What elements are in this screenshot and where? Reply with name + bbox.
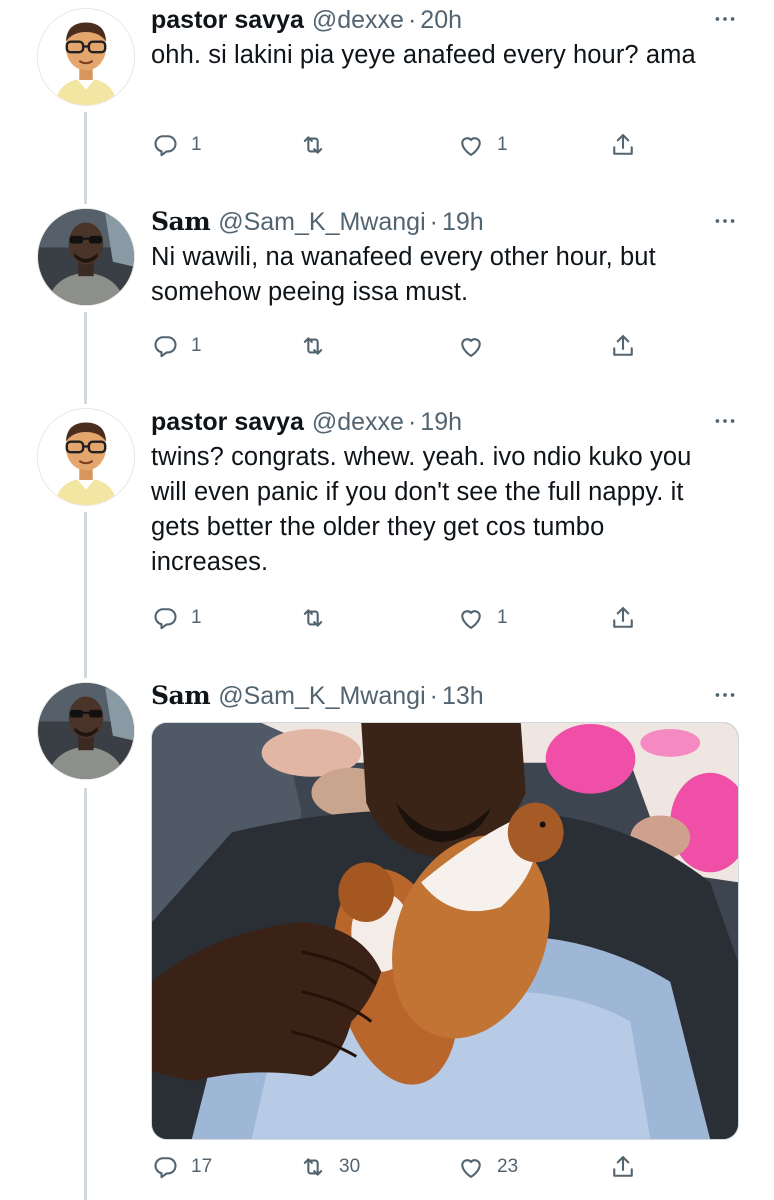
share-icon [613, 1156, 633, 1177]
retweet-button[interactable] [299, 332, 339, 360]
share-button[interactable] [609, 332, 637, 360]
share-icon [613, 335, 633, 356]
like-button[interactable]: 1 [457, 131, 508, 159]
avatar[interactable] [37, 682, 135, 780]
tweet-text: ohh. si lakini pia yeye anafeed every ho… [151, 41, 696, 69]
tweet-text: twins? congrats. whew. yeah. ivo ndio ku… [151, 443, 692, 576]
retweet-button[interactable] [299, 131, 339, 159]
timestamp[interactable]: 20h [420, 4, 462, 36]
retweet-count: 30 [339, 1156, 361, 1177]
tweet-text: Ni wawili, na wanafeed every other hour,… [151, 243, 656, 306]
like-count: 1 [497, 134, 508, 155]
like-icon [461, 610, 481, 629]
retweet-icon [303, 337, 323, 355]
thread-line [84, 312, 87, 404]
timestamp[interactable]: 19h [420, 406, 462, 438]
tweet-actions: 1 1 [151, 604, 641, 638]
author-name[interactable]: pastor savya [151, 4, 304, 36]
reply-icon [154, 135, 177, 157]
share-button[interactable] [609, 1153, 637, 1181]
reply-icon [154, 336, 177, 358]
like-icon [461, 338, 481, 357]
timestamp[interactable]: 19h [442, 206, 484, 238]
reply-button[interactable]: 1 [151, 131, 202, 159]
like-icon [461, 137, 481, 156]
tweet-actions: 1 1 [151, 131, 641, 165]
like-icon [461, 1159, 481, 1178]
thread-line [84, 512, 87, 678]
tweet-actions: 1 [151, 332, 641, 366]
retweet-icon [303, 136, 323, 154]
author-name[interactable]: Sam [151, 206, 211, 238]
separator-dot: · [407, 408, 417, 436]
author-name[interactable]: Sam [151, 680, 211, 712]
reply-button[interactable]: 1 [151, 604, 202, 632]
retweet-icon [303, 609, 323, 627]
more-icon[interactable] [710, 4, 740, 34]
timestamp[interactable]: 13h [442, 680, 484, 712]
retweet-icon [303, 1158, 323, 1176]
retweet-button[interactable]: 30 [299, 1153, 360, 1181]
tweet-photo[interactable] [151, 722, 739, 1140]
more-icon[interactable] [710, 406, 740, 436]
more-icon[interactable] [710, 680, 740, 710]
like-button[interactable]: 1 [457, 604, 508, 632]
tweet-header: Sam @Sam_K_Mwangi · 13h [151, 680, 740, 712]
more-icon[interactable] [710, 206, 740, 236]
separator-dot: · [429, 682, 438, 710]
like-button[interactable] [457, 332, 497, 360]
separator-dot: · [429, 208, 438, 236]
reply-icon [154, 1157, 177, 1179]
tweet-actions: 17 30 23 [151, 1153, 641, 1187]
reply-count: 1 [191, 134, 202, 155]
share-icon [613, 134, 633, 155]
like-count: 1 [497, 607, 508, 628]
share-button[interactable] [609, 604, 637, 632]
author-handle[interactable]: @dexxe [312, 406, 404, 438]
author-handle[interactable]: @Sam_K_Mwangi [218, 680, 425, 712]
share-button[interactable] [609, 131, 637, 159]
avatar[interactable] [37, 8, 135, 106]
avatar[interactable] [37, 408, 135, 506]
author-handle[interactable]: @Sam_K_Mwangi [218, 206, 425, 238]
tweet-header: Sam @Sam_K_Mwangi · 19h [151, 206, 740, 238]
separator-dot: · [407, 6, 417, 34]
retweet-button[interactable] [299, 604, 339, 632]
reply-button[interactable]: 1 [151, 332, 202, 360]
like-count: 23 [497, 1156, 519, 1177]
reply-count: 1 [191, 607, 202, 628]
tweet-header: pastor savya @dexxe · 19h [151, 406, 740, 438]
reply-button[interactable]: 17 [151, 1153, 212, 1181]
share-icon [613, 607, 633, 628]
reply-count: 17 [191, 1156, 213, 1177]
thread-line [84, 788, 87, 1200]
like-button[interactable]: 23 [457, 1153, 518, 1181]
reply-count: 1 [191, 335, 202, 356]
author-name[interactable]: pastor savya [151, 406, 304, 438]
author-handle[interactable]: @dexxe [312, 4, 404, 36]
tweet-header: pastor savya @dexxe · 20h [151, 4, 740, 36]
avatar[interactable] [37, 208, 135, 306]
thread-line [84, 112, 87, 204]
reply-icon [154, 608, 177, 630]
